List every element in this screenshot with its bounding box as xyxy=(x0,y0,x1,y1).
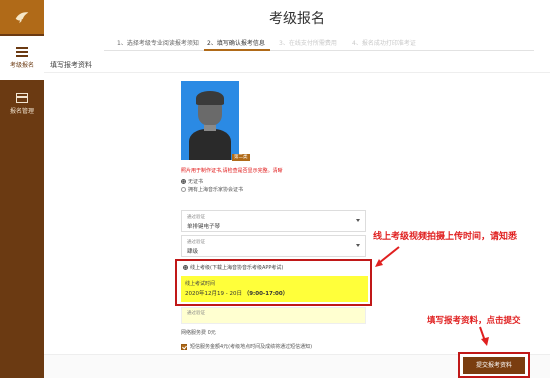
select-value: 单排键电子琴 xyxy=(187,224,221,230)
photo-hair xyxy=(196,91,224,105)
sidebar-item-label: 报名管理 xyxy=(9,108,34,115)
chevron-down-icon xyxy=(356,219,360,222)
divider xyxy=(44,72,550,73)
sidebar-item-management[interactable]: 报名管理 xyxy=(0,82,44,126)
verify-caption: 通过验证 xyxy=(187,311,205,316)
step-active-indicator xyxy=(204,49,270,51)
chevron-down-icon xyxy=(356,244,360,247)
service-fee: 网络服务费 0元 xyxy=(181,330,216,336)
arrow-icon xyxy=(479,326,489,346)
select-caption: 通过验证 xyxy=(187,240,205,245)
sms-label: 短信服务金额4元(考级地点时间及成绩将通过短信通知) xyxy=(190,344,313,350)
radio-button[interactable] xyxy=(181,187,186,192)
bird-logo-icon xyxy=(15,12,29,24)
exam-method-option[interactable]: 线上考级(下载上海音协音乐考级APP考试) xyxy=(183,264,283,271)
cert-option-association[interactable]: 拥有上海音乐家协会证书 xyxy=(181,186,243,193)
app-logo[interactable] xyxy=(0,0,44,34)
page-title: 考级报名 xyxy=(269,11,325,27)
menu-icon xyxy=(16,47,28,57)
card-icon xyxy=(16,93,28,103)
step-3: 3、在线支付所需费用 xyxy=(279,40,337,47)
submit-highlight: 提交报考资料 xyxy=(458,352,530,378)
major-select[interactable]: 通过验证 单排键电子琴 xyxy=(181,210,366,232)
sidebar-item-registration[interactable]: 考级报名 xyxy=(0,36,44,80)
annotation-submit: 填写报考资料，点击提交 xyxy=(427,316,521,326)
select-value: 肆级 xyxy=(187,249,199,255)
photo-body xyxy=(189,129,231,160)
exam-time-box: 线上考试时间 2020年12月19 - 20日 （9:00-17:00） xyxy=(181,276,368,302)
step-2: 2、填写确认报考信息 xyxy=(207,40,265,47)
section-title: 填写报考资料 xyxy=(50,61,92,69)
annotation-upload-time: 线上考级视频拍摄上传时间，请知悉 xyxy=(373,232,518,242)
radio-label: 拥有上海音乐家协会证书 xyxy=(188,187,244,193)
sidebar: 考级报名 报名管理 xyxy=(0,0,44,378)
exam-time-value: 2020年12月19 - 20日 （9:00-17:00） xyxy=(185,289,288,297)
step-4: 4、报名成功打印准考证 xyxy=(352,40,416,47)
submit-button[interactable]: 提交报考资料 xyxy=(463,357,525,374)
step-indicator: 1、选择考级专业阅读报考须知 2、填写确认报考信息 3、在线支付所需费用 4、报… xyxy=(104,38,534,51)
radio-label: 无证书 xyxy=(188,179,204,185)
arrow-icon xyxy=(375,246,400,267)
exam-method-highlight: 线上考级(下载上海音协音乐考级APP考试) 线上考试时间 2020年12月19 … xyxy=(175,259,372,306)
radio-button[interactable] xyxy=(181,179,186,184)
level-select[interactable]: 通过验证 肆级 xyxy=(181,235,366,257)
exam-date: 2020年12月19 - 20日 xyxy=(185,291,242,297)
verification-field[interactable]: 通过验证 xyxy=(181,307,366,324)
step-1: 1、选择考级专业阅读报考须知 xyxy=(117,40,199,47)
exam-hours: （9:00-17:00） xyxy=(243,291,289,297)
step-track xyxy=(104,50,534,51)
photo-warning: 照片用于制作证书,请检查是否显示完整。清晰 xyxy=(181,168,283,174)
sms-checkbox[interactable] xyxy=(181,343,187,350)
sms-service-option[interactable]: 短信服务金额4元(考级地点时间及成绩将通过短信通知) xyxy=(181,343,312,350)
sidebar-item-label: 考级报名 xyxy=(9,62,34,69)
select-caption: 通过验证 xyxy=(187,215,205,220)
cert-option-none[interactable]: 无证书 xyxy=(181,178,203,185)
applicant-photo[interactable] xyxy=(181,81,239,160)
photo-category-badge: 第二类 xyxy=(232,154,250,161)
radio-button[interactable] xyxy=(183,265,188,270)
exam-time-label: 线上考试时间 xyxy=(185,281,216,287)
exam-method-label: 线上考级(下载上海音协音乐考级APP考试) xyxy=(190,265,284,271)
